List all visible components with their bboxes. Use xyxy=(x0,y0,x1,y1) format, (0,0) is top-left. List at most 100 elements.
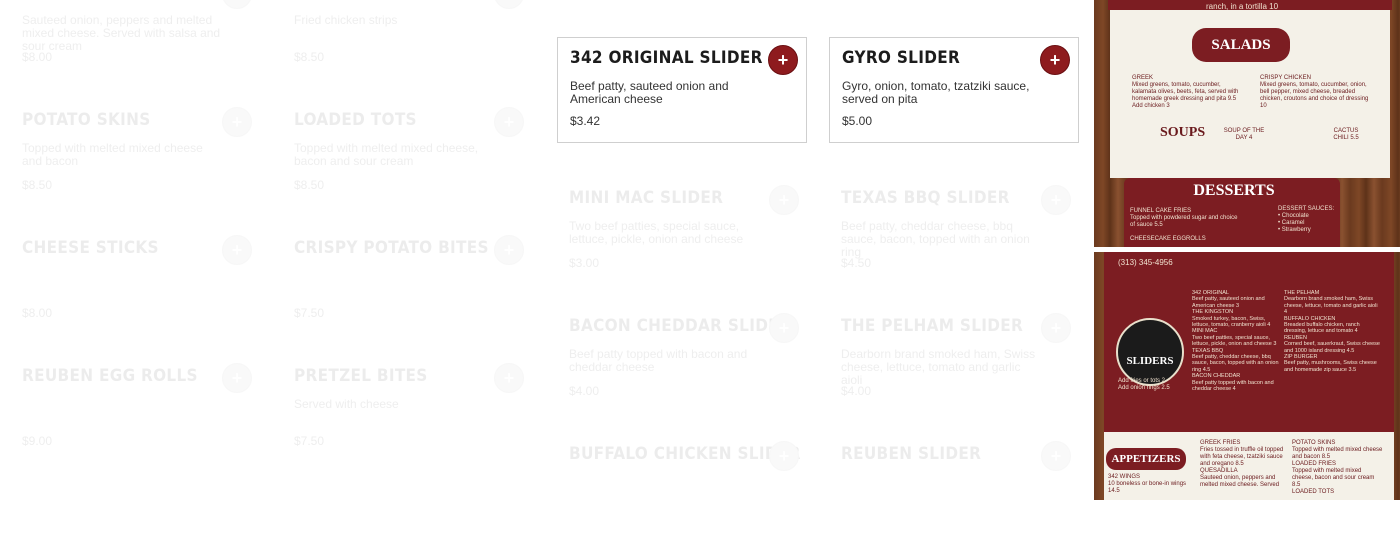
menu-item-title: PRETZEL BITES xyxy=(294,366,428,386)
add-to-cart-button[interactable]: + xyxy=(769,441,799,471)
add-to-cart-button[interactable]: + xyxy=(494,363,524,393)
add-to-cart-button[interactable]: + xyxy=(494,0,524,9)
menu-item-title: QUESADILLA xyxy=(22,0,248,2)
menu-item-card[interactable]: TEXAS BBQ SLIDER Beef patty, cheddar chee… xyxy=(829,178,1079,284)
plus-icon: + xyxy=(1049,49,1061,70)
menu-item-description: Fried chicken strips xyxy=(294,13,398,27)
plus-icon: + xyxy=(1050,189,1062,210)
menu-item-card[interactable]: CHICKEN STRIPS Fried chicken strips $8.50 + xyxy=(282,0,532,78)
menu-item-price: $8.50 xyxy=(294,178,325,192)
add-to-cart-button[interactable]: + xyxy=(222,363,252,393)
menu-item-card[interactable]: BACON CHEDDAR SLIDER Beef patty topped wi… xyxy=(557,306,807,412)
menu-item-card[interactable]: BUFFALO CHICKEN SLIDER + xyxy=(557,434,807,540)
salads-banner: SALADS xyxy=(1192,28,1290,62)
add-to-cart-button[interactable]: + xyxy=(1041,185,1071,215)
menu-item-description: Served with cheese xyxy=(294,397,399,411)
menu-item-description: Gyro, onion, tomato, tzatziki sauce, ser… xyxy=(842,79,1030,106)
add-to-cart-button[interactable]: + xyxy=(222,107,252,137)
add-to-cart-button[interactable]: + xyxy=(769,185,799,215)
menu-item-title: GYRO SLIDER xyxy=(842,48,961,68)
menu-item-price: $3.00 xyxy=(569,256,600,270)
menu-item-card[interactable]: PRETZEL BITES Served with cheese $7.50 + xyxy=(282,356,532,462)
menu-photo-top[interactable]: ranch, in a tortilla 10 SALADS GREEK Mix… xyxy=(1094,0,1400,247)
menu-item-card[interactable]: POTATO SKINS Topped with melted mixed che… xyxy=(10,100,260,206)
menu-item-card[interactable]: MINI MAC SLIDER Two beef patties, special… xyxy=(557,178,807,284)
menu-item-card[interactable]: REUBEN SLIDER + xyxy=(829,434,1079,540)
menu-item-title: CHICKEN STRIPS xyxy=(294,0,520,2)
menu-item-card[interactable]: THE PELHAM SLIDER Dearborn brand smoked h… xyxy=(829,306,1079,412)
menu-item-title: CRISPY POTATO BITES xyxy=(294,238,489,258)
menu-item-description: Sauteed onion, peppers and melted mixed … xyxy=(22,13,221,53)
menu-item-price: $7.50 xyxy=(294,434,325,448)
plus-icon: + xyxy=(503,239,515,260)
plus-icon: + xyxy=(503,367,515,388)
soups-label: SOUPS xyxy=(1160,125,1206,140)
desserts-label: DESSERTS xyxy=(1193,182,1275,199)
sliders-right-list: THE PELHAM Dearborn brand smoked ham, Sw… xyxy=(1284,290,1380,373)
plus-icon: + xyxy=(778,189,790,210)
plus-icon: + xyxy=(777,49,789,70)
menu-item-price: $5.00 xyxy=(842,114,873,128)
menu-item-description: Topped with melted mixed cheese and baco… xyxy=(22,141,203,168)
menu-item-description: Topped with melted mixed cheese, bacon a… xyxy=(294,141,479,168)
menu-item-price: $4.00 xyxy=(841,384,872,398)
add-to-cart-button[interactable]: + xyxy=(222,0,252,9)
menu-item-card[interactable]: REUBEN EGG ROLLS $9.00 + xyxy=(10,356,260,462)
menu-item-title: BUFFALO CHICKEN SLIDER xyxy=(569,444,801,464)
menu-item-description: Beef patty, cheddar cheese, bbq sauce, b… xyxy=(841,219,1030,259)
phone-number: (313) 345-4956 xyxy=(1118,258,1173,267)
menu-item-description: Dearborn brand smoked ham, Swiss cheese,… xyxy=(841,347,1036,387)
potato-skins-text: POTATO SKINS Topped with melted mixed ch… xyxy=(1292,440,1383,495)
menu-item-card[interactable]: QUESADILLA Sauteed onion, peppers and mel… xyxy=(10,0,260,78)
add-to-cart-button[interactable]: + xyxy=(494,235,524,265)
menu-item-title: LOADED TOTS xyxy=(294,110,417,130)
menu-item-title: TEXAS BBQ SLIDER xyxy=(841,188,1010,208)
menu-line-top: ranch, in a tortilla 10 xyxy=(1206,2,1279,11)
plus-icon: + xyxy=(1050,445,1062,466)
menu-item-price: $4.00 xyxy=(569,384,600,398)
menu-item-title: CHEESE STICKS xyxy=(22,238,159,258)
plus-icon: + xyxy=(504,0,515,3)
plus-icon: + xyxy=(503,111,515,132)
add-to-cart-button[interactable]: + xyxy=(1040,45,1070,75)
menu-item-price: $8.00 xyxy=(22,50,53,64)
plus-icon: + xyxy=(778,317,790,338)
add-to-cart-button[interactable]: + xyxy=(494,107,524,137)
menu-item-title: 342 ORIGINAL SLIDER xyxy=(570,48,763,68)
menu-item-title: POTATO SKINS xyxy=(22,110,151,130)
greek-salad-text: GREEK Mixed greens, tomato, cucumber, ka… xyxy=(1132,75,1239,109)
menu-item-description: Beef patty topped with bacon and cheddar… xyxy=(569,347,748,374)
menu-item-card[interactable]: LOADED TOTS Topped with melted mixed chee… xyxy=(282,100,532,206)
menu-item-price: $3.42 xyxy=(570,114,601,128)
add-to-cart-button[interactable]: + xyxy=(1041,441,1071,471)
menu-item-card[interactable]: CRISPY POTATO BITES $7.50 + xyxy=(282,228,532,334)
dessert-sauces-text: DESSERT SAUCES: • Chocolate • Caramel • … xyxy=(1278,206,1335,233)
plus-icon: + xyxy=(1050,317,1062,338)
menu-item-title: REUBEN EGG ROLLS xyxy=(22,366,198,386)
add-to-cart-button[interactable]: + xyxy=(768,45,798,75)
sliders-left-list: 342 ORIGINAL Beef patty, sauteed onion a… xyxy=(1192,290,1279,393)
greek-fries-text: GREEK FRIES Fries tossed in truffle oil … xyxy=(1200,440,1284,488)
menu-item-price: $4.50 xyxy=(841,256,872,270)
menu-item-title: MINI MAC SLIDER xyxy=(569,188,724,208)
menu-item-title: REUBEN SLIDER xyxy=(841,444,982,464)
add-to-cart-button[interactable]: + xyxy=(769,313,799,343)
menu-item-price: $8.50 xyxy=(22,178,53,192)
cactus-chili-text: CACTUS CHILI 5.5 xyxy=(1333,128,1359,141)
add-to-cart-button[interactable]: + xyxy=(1041,313,1071,343)
menu-item-price: $8.50 xyxy=(294,50,325,64)
menu-item-card[interactable]: CHEESE STICKS $8.00 + xyxy=(10,228,260,334)
menu-item-price: $7.50 xyxy=(294,306,325,320)
plus-icon: + xyxy=(231,239,243,260)
plus-icon: + xyxy=(231,111,243,132)
plus-icon: + xyxy=(231,367,243,388)
funnel-cake-text: FUNNEL CAKE FRIES Topped with powdered s… xyxy=(1130,208,1238,228)
soup-of-day-text: SOUP OF THE DAY 4 xyxy=(1223,128,1265,141)
menu-item-title: BACON CHEDDAR SLIDER xyxy=(569,316,792,336)
menu-item-card[interactable]: GYRO SLIDER Gyro, onion, tomato, tzatziki… xyxy=(829,37,1079,143)
menu-photo-bottom[interactable]: (313) 345-4956 SLIDERS Add fries or tots… xyxy=(1094,252,1400,500)
menu-item-card[interactable]: 342 ORIGINAL SLIDER Beef patty, sauteed o… xyxy=(557,37,807,143)
add-to-cart-button[interactable]: + xyxy=(222,235,252,265)
menu-item-description: Beef patty, sauteed onion and American c… xyxy=(570,79,729,106)
menu-item-description: Two beef patties, special sauce, lettuce… xyxy=(569,219,744,246)
